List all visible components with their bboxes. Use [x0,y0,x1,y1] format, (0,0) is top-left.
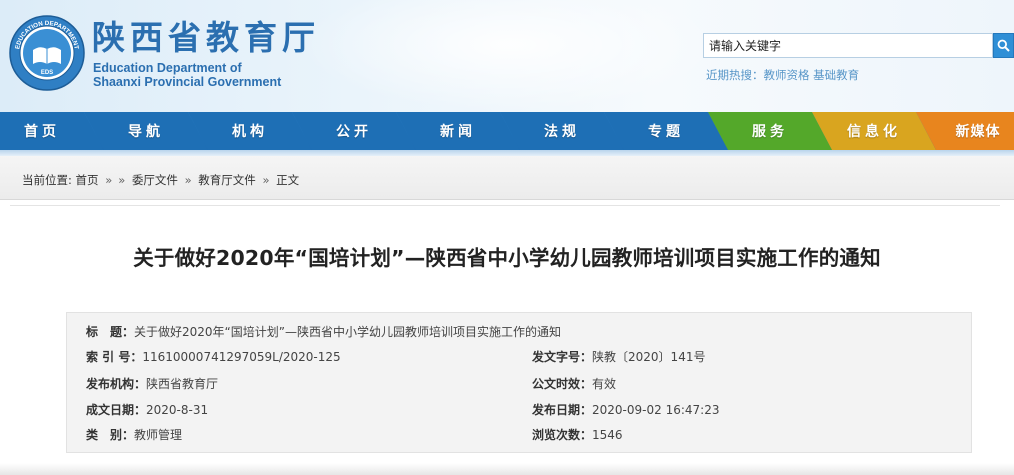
meta-category: 类 别：教师管理 [86,428,182,442]
meta-issuer-label: 发布机构： [86,377,147,391]
meta-doc-no-label: 发文字号： [532,350,593,364]
meta-written-date: 成文日期：2020-8-31 [86,403,208,417]
meta-category-label: 类 别： [86,428,135,442]
breadcrumb-separator: » [118,173,126,187]
page-bottom-shadow [0,463,1014,475]
breadcrumb-prefix: 当前位置: [22,173,72,187]
meta-written-date-value: 2020-8-31 [146,403,209,417]
hot-searches: 近期热搜：教师资格 基础教育 [706,67,859,83]
breadcrumb-separator: » [105,173,113,187]
site-logo-en-line1: Education Department of [93,61,242,75]
meta-validity: 公文时效：有效 [532,377,616,391]
breadcrumb-current: 正文 [276,173,300,187]
site-header: EDUCATION DEPARTMENT EDS 陕西省教育厅 Educatio… [0,0,1014,112]
main-nav: 首页 导航 机构 公开 新闻 法规 专题 服务 信息化 新媒体 [0,112,1014,150]
meta-views-label: 浏览次数： [532,428,593,442]
document-meta-table: 标 题：关于做好2020年“国培计划”—陕西省中小学幼儿园教师培训项目实施工作的… [66,312,972,453]
site-emblem-icon[interactable]: EDUCATION DEPARTMENT EDS [8,14,86,92]
nav-item-informatization[interactable]: 信息化 [812,112,936,150]
breadcrumb-department-files[interactable]: 教育厅文件 [198,173,256,187]
nav-item-guide[interactable]: 导航 [84,112,208,150]
meta-publish-date: 发布日期：2020-09-02 16:47:23 [532,403,719,417]
emblem-center-text: EDS [41,70,53,76]
search-box [703,33,993,58]
meta-subject-label: 标 题： [86,325,135,339]
meta-subject: 标 题：关于做好2020年“国培计划”—陕西省中小学幼儿园教师培训项目实施工作的… [86,325,561,339]
search-input[interactable] [704,34,992,57]
meta-publish-date-label: 发布日期： [532,403,593,417]
nav-item-agencies[interactable]: 机构 [188,112,312,150]
meta-views: 浏览次数：1546 [532,428,623,442]
breadcrumb-separator: » [262,173,270,187]
breadcrumb-bar: 当前位置: 首页 » » 委厅文件 » 教育厅文件 » 正文 [0,156,1014,200]
meta-publish-date-value: 2020-09-02 16:47:23 [592,403,720,417]
breadcrumb-home[interactable]: 首页 [76,173,99,187]
meta-index: 索 引 号：11610000741297059L/2020-125 [86,350,341,364]
meta-validity-label: 公文时效： [532,377,593,391]
meta-index-label: 索 引 号： [86,350,143,364]
meta-issuer-value: 陕西省教育厅 [146,377,219,391]
breadcrumb: 当前位置: 首页 » » 委厅文件 » 教育厅文件 » 正文 [22,172,299,188]
hot-search-term-1[interactable]: 教师资格 [764,68,810,82]
meta-written-date-label: 成文日期： [86,403,147,417]
nav-item-services[interactable]: 服务 [708,112,832,150]
search-icon [997,39,1010,52]
hot-search-label: 近期热搜： [706,68,764,82]
site-logo-en-line2: Shaanxi Provincial Government [93,75,282,89]
meta-category-value: 教师管理 [134,428,183,442]
breadcrumb-separator: » [184,173,192,187]
content-divider [10,205,1000,206]
meta-subject-value: 关于做好2020年“国培计划”—陕西省中小学幼儿园教师培训项目实施工作的通知 [134,325,561,339]
nav-item-regulations[interactable]: 法规 [500,112,624,150]
breadcrumb-committee-files[interactable]: 委厅文件 [132,173,178,187]
site-logo-cn[interactable]: 陕西省教育厅 [92,18,320,58]
page: EDUCATION DEPARTMENT EDS 陕西省教育厅 Educatio… [0,0,1014,475]
nav-item-disclosure[interactable]: 公开 [292,112,416,150]
meta-doc-no: 发文字号：陕教〔2020〕141号 [532,350,705,364]
meta-validity-value: 有效 [592,377,617,391]
meta-doc-no-value: 陕教〔2020〕141号 [592,350,706,364]
nav-item-news[interactable]: 新闻 [396,112,520,150]
search-button[interactable] [993,33,1014,58]
meta-views-value: 1546 [592,428,623,442]
document-title: 关于做好2020年“国培计划”—陕西省中小学幼儿园教师培训项目实施工作的通知 [133,246,881,270]
nav-item-topics[interactable]: 专题 [604,112,728,150]
meta-index-value: 11610000741297059L/2020-125 [142,350,341,364]
hot-search-term-2[interactable]: 基础教育 [813,68,859,82]
meta-issuer: 发布机构：陕西省教育厅 [86,377,218,391]
